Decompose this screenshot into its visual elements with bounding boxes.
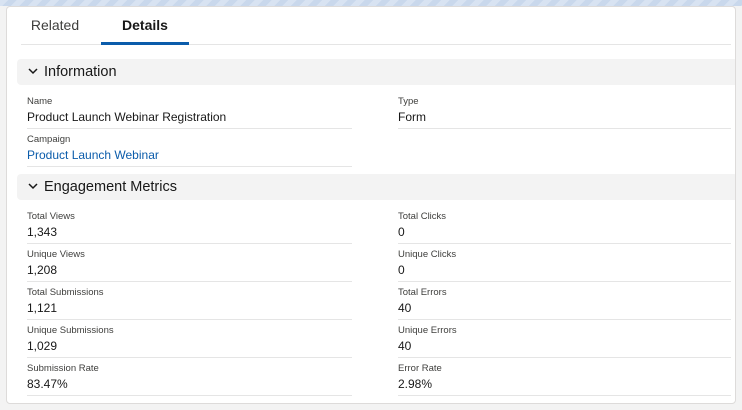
field-label: Total Errors — [398, 287, 447, 298]
campaign-link[interactable]: Product Launch Webinar — [27, 148, 159, 162]
field-total-clicks: Total Clicks 0 — [398, 210, 731, 244]
field-total-views: Total Views 1,343 — [27, 210, 352, 244]
field-label: Submission Rate — [27, 363, 99, 374]
field-value: 1,208 — [27, 263, 58, 277]
field-label: Total Views — [27, 211, 75, 222]
chevron-down-icon — [28, 183, 38, 190]
field-label: Total Clicks — [398, 211, 447, 222]
field-unique-errors: Unique Errors 40 — [398, 324, 731, 358]
record-detail-card: Related Details Information Name Product… — [6, 6, 736, 404]
field-label: Unique Errors — [398, 325, 457, 336]
field-name: Name Product Launch Webinar Registration — [27, 95, 352, 129]
section-title: Engagement Metrics — [44, 179, 177, 195]
chevron-down-icon — [28, 68, 38, 75]
field-value: 2.98% — [398, 377, 433, 391]
field-unique-submissions: Unique Submissions 1,029 — [27, 324, 352, 358]
field-label: Unique Clicks — [398, 249, 457, 260]
field-type: Type Form — [398, 95, 731, 129]
section-title: Information — [44, 64, 117, 80]
field-label: Name — [27, 96, 53, 107]
tab-bar: Related Details — [21, 7, 731, 45]
field-value: 1,121 — [27, 301, 58, 315]
field-value: 0 — [398, 225, 405, 239]
field-value: Form — [398, 110, 426, 124]
field-label: Unique Views — [27, 249, 85, 260]
field-total-errors: Total Errors 40 — [398, 286, 731, 320]
field-value: 0 — [398, 263, 405, 277]
field-label: Campaign — [27, 134, 71, 145]
field-value: 83.47% — [27, 377, 68, 391]
field-value: 40 — [398, 301, 412, 315]
field-label: Error Rate — [398, 363, 442, 374]
section-information-header[interactable]: Information — [17, 59, 735, 85]
field-label: Type — [398, 96, 419, 107]
field-campaign: Campaign Product Launch Webinar — [27, 133, 352, 167]
field-label: Total Submissions — [27, 287, 104, 298]
field-label: Unique Submissions — [27, 325, 114, 336]
field-value: Product Launch Webinar Registration — [27, 110, 227, 124]
field-value: 1,029 — [27, 339, 58, 353]
tab-related[interactable]: Related — [27, 7, 83, 45]
field-error-rate: Error Rate 2.98% — [398, 362, 731, 396]
field-unique-views: Unique Views 1,208 — [27, 248, 352, 282]
field-unique-clicks: Unique Clicks 0 — [398, 248, 731, 282]
field-total-submissions: Total Submissions 1,121 — [27, 286, 352, 320]
field-value: 1,343 — [27, 225, 58, 239]
section-engagement-header[interactable]: Engagement Metrics — [17, 174, 735, 200]
field-value: 40 — [398, 339, 412, 353]
field-submission-rate: Submission Rate 83.47% — [27, 362, 352, 396]
tab-details[interactable]: Details — [101, 7, 189, 45]
